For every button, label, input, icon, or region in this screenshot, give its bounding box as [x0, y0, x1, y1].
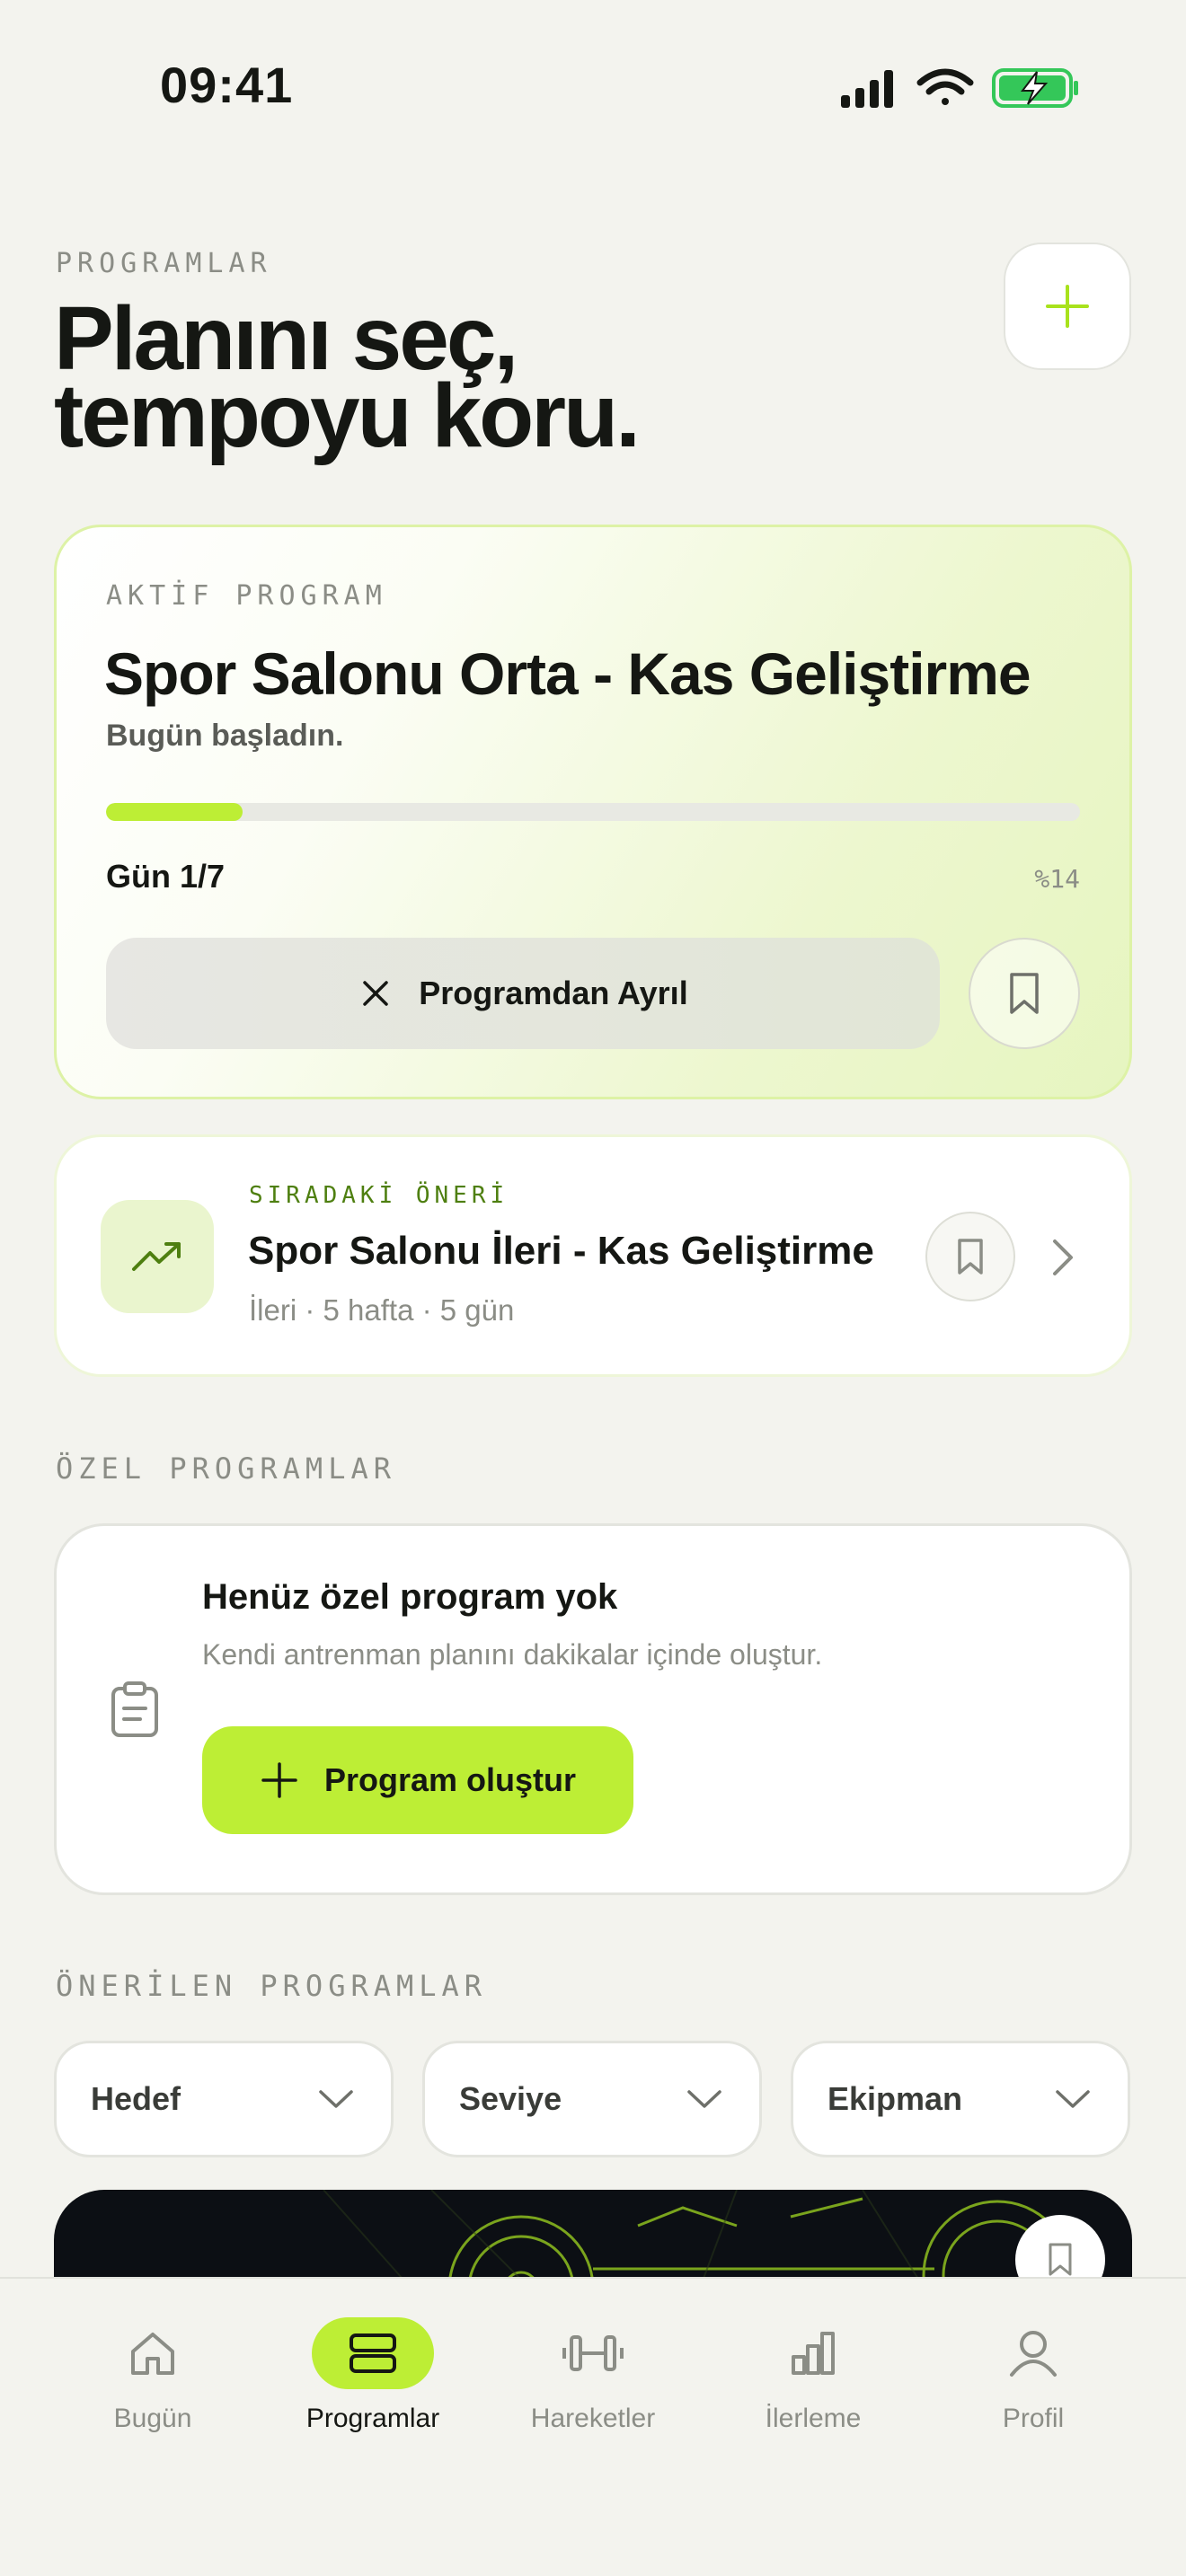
- bar-chart-icon: [792, 2332, 835, 2375]
- chevron-down-icon: [687, 2090, 721, 2108]
- plus-icon: [1046, 285, 1089, 328]
- user-icon: [1010, 2331, 1057, 2377]
- filter-equipment-label: Ekipman: [828, 2080, 963, 2117]
- recommended-programs-label: ÖNERİLEN PROGRAMLAR: [56, 1969, 488, 2003]
- active-program-eyebrow: AKTİF PROGRAM: [106, 580, 387, 612]
- home-icon: [131, 2333, 174, 2375]
- page-title-line-2: tempoyu koru.: [54, 366, 641, 466]
- tab-exercises-label: Hareketler: [530, 2404, 656, 2433]
- status-icons: [841, 68, 1078, 108]
- plus-icon: [261, 1762, 297, 1798]
- tab-programs-active-pill: [312, 2317, 434, 2389]
- filter-equipment-dropdown[interactable]: Ekipman: [791, 2041, 1130, 2157]
- create-program-button[interactable]: Program oluştur: [202, 1726, 633, 1834]
- tab-profile[interactable]: Profil: [925, 2317, 1141, 2434]
- tab-programs-label: Programlar: [305, 2404, 440, 2433]
- chevron-right-icon[interactable]: [1048, 1236, 1078, 1279]
- save-next-suggestion-button[interactable]: [925, 1212, 1015, 1301]
- close-icon: [363, 981, 389, 1006]
- status-time: 09:41: [160, 57, 294, 113]
- custom-empty-title: Henüz özel program yok: [202, 1577, 618, 1617]
- bookmark-icon: [958, 1239, 983, 1275]
- add-program-button[interactable]: [1004, 243, 1131, 370]
- program-percent-label: %14: [1034, 864, 1080, 894]
- chevron-down-icon: [1056, 2090, 1090, 2108]
- next-suggestion-eyebrow: SIRADAKİ ÖNERİ: [249, 1182, 509, 1209]
- leave-program-button[interactable]: Programdan Ayrıl: [106, 938, 940, 1049]
- signal-icon: [841, 70, 893, 108]
- tab-exercises[interactable]: Hareketler: [485, 2317, 701, 2434]
- programs-icon: [350, 2333, 396, 2373]
- filter-level-label: Seviye: [459, 2080, 562, 2117]
- next-suggestion-icon-tile: [101, 1200, 214, 1313]
- dumbbell-icon: [562, 2335, 624, 2371]
- clipboard-icon: [111, 1681, 158, 1737]
- bookmark-icon: [1010, 973, 1039, 1014]
- tab-programs[interactable]: Programlar: [265, 2317, 481, 2434]
- tab-progress-label: İlerleme: [765, 2404, 862, 2433]
- battery-charging-icon: [992, 68, 1078, 108]
- next-suggestion-title: Spor Salonu İleri - Kas Geliştirme: [248, 1229, 874, 1273]
- filter-goal-dropdown[interactable]: Hedef: [54, 2041, 394, 2157]
- save-active-program-button[interactable]: [969, 938, 1080, 1049]
- tab-today[interactable]: Bugün: [45, 2317, 261, 2434]
- page-title: Planını seç, tempoyu koru.: [54, 294, 641, 466]
- chevron-down-icon: [319, 2090, 353, 2108]
- tab-progress[interactable]: İlerleme: [705, 2317, 921, 2434]
- program-day-label: Gün 1/7: [106, 858, 226, 895]
- program-progress-bar: [106, 803, 1080, 821]
- filter-goal-label: Hedef: [91, 2080, 181, 2117]
- filter-level-dropdown[interactable]: Seviye: [422, 2041, 762, 2157]
- leave-program-label: Programdan Ayrıl: [419, 975, 688, 1011]
- active-program-title: Spor Salonu Orta - Kas Geliştirme: [104, 640, 1031, 707]
- bookmark-icon: [1049, 2243, 1072, 2276]
- wifi-icon: [916, 68, 974, 105]
- custom-programs-label: ÖZEL PROGRAMLAR: [56, 1451, 396, 1486]
- create-program-label: Program oluştur: [323, 1761, 577, 1798]
- active-program-subtitle: Bugün başladın.: [106, 719, 344, 753]
- next-suggestion-meta: İleri · 5 hafta · 5 gün: [249, 1293, 515, 1327]
- trending-up-icon: [132, 1242, 181, 1271]
- custom-empty-subtitle: Kendi antrenman planını dakikalar içinde…: [202, 1638, 823, 1671]
- page-eyebrow: PROGRAMLAR: [56, 248, 272, 279]
- tab-profile-label: Profil: [1002, 2404, 1065, 2433]
- program-progress-fill: [106, 803, 243, 821]
- tab-today-label: Bugün: [113, 2404, 192, 2433]
